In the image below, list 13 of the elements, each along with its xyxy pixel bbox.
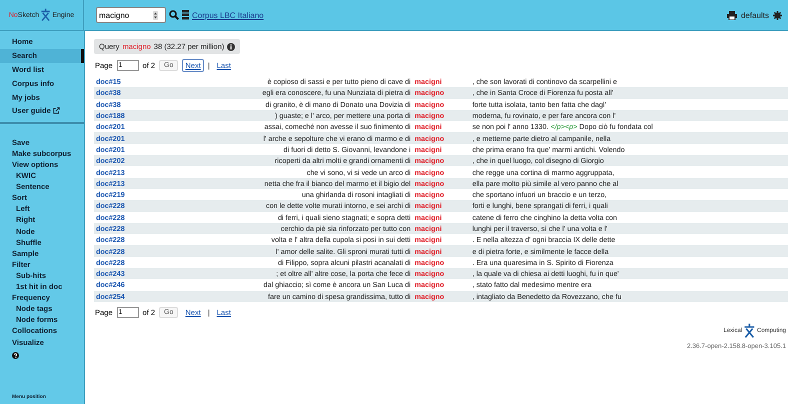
printer-icon[interactable] (726, 10, 737, 20)
info-icon[interactable] (227, 42, 236, 50)
search-icon[interactable] (169, 10, 179, 20)
help-icon[interactable] (12, 352, 19, 359)
corpus-link[interactable]: Corpus LBC Italiano (192, 10, 264, 20)
brand-glyph-icon (743, 323, 756, 339)
spinner-icon[interactable] (153, 10, 158, 20)
user-name[interactable]: defaults (740, 10, 769, 20)
search-field[interactable]: macigno (96, 7, 166, 23)
database-icon (182, 10, 189, 20)
settings-icon[interactable] (773, 10, 782, 20)
search-input[interactable]: macigno (99, 10, 153, 20)
logo-glyph-icon (40, 8, 52, 22)
